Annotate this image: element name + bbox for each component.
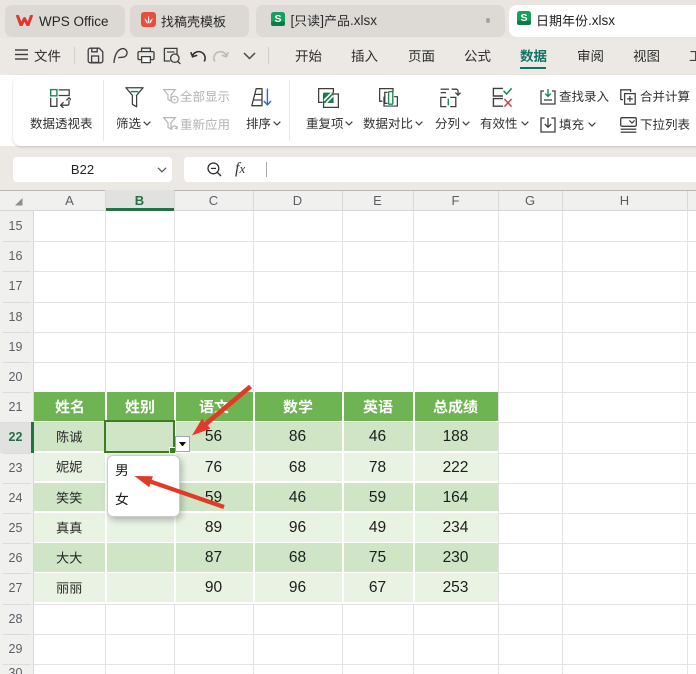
svg-text:S: S	[274, 13, 281, 25]
svg-text:S: S	[520, 12, 527, 24]
